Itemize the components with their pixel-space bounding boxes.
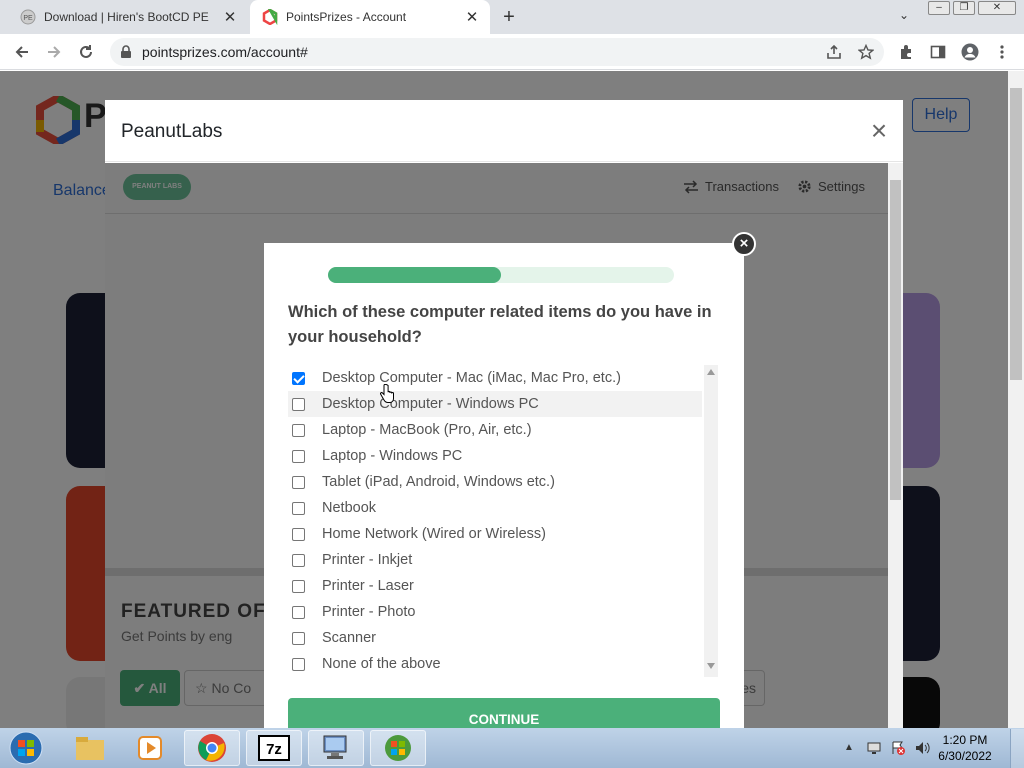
restore-button[interactable]: ❐ [953,1,975,15]
option-label: Desktop Computer - Mac (iMac, Mac Pro, e… [322,370,621,386]
clock-date: 6/30/2022 [938,749,992,763]
modal-title: PeanutLabs [121,121,223,142]
media-player-icon [138,736,162,760]
url-text: pointsprizes.com/account# [142,44,308,60]
7zip-icon: 7z [258,735,290,761]
folder-icon [76,737,104,760]
page-scrollbar-thumb[interactable] [1010,88,1022,380]
hand-cursor-icon [380,384,394,403]
forward-arrow-icon[interactable] [44,42,64,62]
taskbar-network-tool[interactable] [308,730,364,766]
survey-option[interactable]: Scanner [288,625,702,651]
option-checkbox[interactable] [292,475,305,489]
modal-close-button[interactable]: × [866,117,892,145]
tab-pointsprizes[interactable]: PointsPrizes - Account ✕ [250,0,490,34]
tab-close-icon[interactable]: ✕ [222,9,238,26]
option-checkbox[interactable] [292,553,305,567]
taskbar-chrome[interactable] [184,730,240,766]
option-checkbox[interactable] [292,501,305,515]
option-label: Laptop - MacBook (Pro, Air, etc.) [322,422,532,438]
extensions-puzzle-icon[interactable] [896,42,916,62]
taskbar-media-player[interactable] [122,730,178,766]
show-hidden-icons-icon[interactable]: ▲ [844,742,854,753]
tab-title: PointsPrizes - Account [286,10,407,24]
option-checkbox[interactable] [292,371,305,385]
survey-option[interactable]: Laptop - MacBook (Pro, Air, etc.) [288,417,702,443]
scroll-down-arrow-icon[interactable] [707,663,715,669]
survey-option[interactable]: Desktop Computer - Mac (iMac, Mac Pro, e… [288,365,702,391]
taskbar-explorer[interactable] [62,730,118,766]
option-label: Scanner [322,630,377,646]
minimize-button[interactable]: – [928,1,950,15]
profile-avatar-icon[interactable] [960,42,980,62]
pointsprizes-favicon-icon [262,9,278,25]
survey-close-button[interactable]: × [732,232,756,256]
option-label: Printer - Inkjet [322,552,413,568]
survey-option[interactable]: Netbook [288,495,702,521]
show-desktop-button[interactable] [1010,729,1024,768]
tab-close-icon[interactable]: ✕ [464,9,480,26]
back-arrow-icon[interactable] [12,42,32,62]
option-label: Laptop - Windows PC [322,448,463,464]
survey-option[interactable]: Home Network (Wired or Wireless) [288,521,702,547]
modal-header [105,100,903,162]
start-button[interactable] [6,730,46,766]
option-checkbox[interactable] [292,657,305,671]
clock-time: 1:20 PM [942,733,988,747]
bookmark-star-icon[interactable] [856,42,876,62]
windows-logo-icon [385,735,411,761]
scroll-up-arrow-icon[interactable] [707,369,715,375]
taskbar-clock[interactable]: 1:20 PM 6/30/2022 [930,732,1000,764]
lock-icon [121,45,131,58]
survey-progress-fill [328,267,501,283]
survey-option[interactable]: Tablet (iPad, Android, Windows etc.) [288,469,702,495]
option-checkbox[interactable] [292,527,305,541]
action-center-icon[interactable] [890,740,906,756]
hirens-favicon-icon: PE [20,9,36,25]
option-checkbox[interactable] [292,605,305,619]
survey-option[interactable]: None of the above [288,651,702,677]
options-scrollbar[interactable] [704,365,718,677]
taskbar-windows-app[interactable] [370,730,426,766]
chrome-icon [198,734,226,762]
option-checkbox[interactable] [292,449,305,463]
survey-question: Which of these computer related items do… [288,303,712,346]
windows-orb-icon [9,731,43,765]
survey-option[interactable]: Printer - Laser [288,573,702,599]
tab-search-chevron-icon[interactable]: ⌄ [895,8,913,26]
option-checkbox[interactable] [292,423,305,437]
option-label: Printer - Laser [322,578,414,594]
option-label: None of the above [322,656,441,672]
option-label: Desktop Computer - Windows PC [322,396,539,412]
survey-option[interactable]: Desktop Computer - Windows PC [288,391,702,417]
survey-option[interactable]: Printer - Photo [288,599,702,625]
svg-text:7z: 7z [266,741,282,758]
tab-title: Download | Hiren's BootCD PE [44,10,209,24]
option-checkbox[interactable] [292,397,305,411]
browser-menu-icon[interactable] [992,42,1012,62]
survey-option[interactable]: Printer - Inkjet [288,547,702,573]
option-label: Netbook [322,500,377,516]
reload-icon[interactable] [76,42,96,62]
tab-hirens[interactable]: PE Download | Hiren's BootCD PE ✕ [8,0,248,34]
taskbar-7zip[interactable]: 7z [246,730,302,766]
svg-text:PE: PE [23,15,33,22]
option-label: Home Network (Wired or Wireless) [322,526,546,542]
address-bar[interactable]: pointsprizes.com/account# [110,38,884,66]
new-tab-button[interactable]: + [498,6,520,28]
computer-network-icon [323,735,347,759]
close-window-button[interactable]: ✕ [978,1,1016,15]
frame-scrollbar-thumb[interactable] [890,180,901,500]
share-icon[interactable] [824,42,844,62]
option-label: Printer - Photo [322,604,416,620]
volume-icon[interactable] [914,740,930,756]
option-label: Tablet (iPad, Android, Windows etc.) [322,474,555,490]
option-checkbox[interactable] [292,631,305,645]
survey-option[interactable]: Laptop - Windows PC [288,443,702,469]
options-list: Desktop Computer - Mac (iMac, Mac Pro, e… [288,365,703,677]
network-tray-icon[interactable] [866,740,882,756]
option-checkbox[interactable] [292,579,305,593]
side-panel-icon[interactable] [928,42,948,62]
